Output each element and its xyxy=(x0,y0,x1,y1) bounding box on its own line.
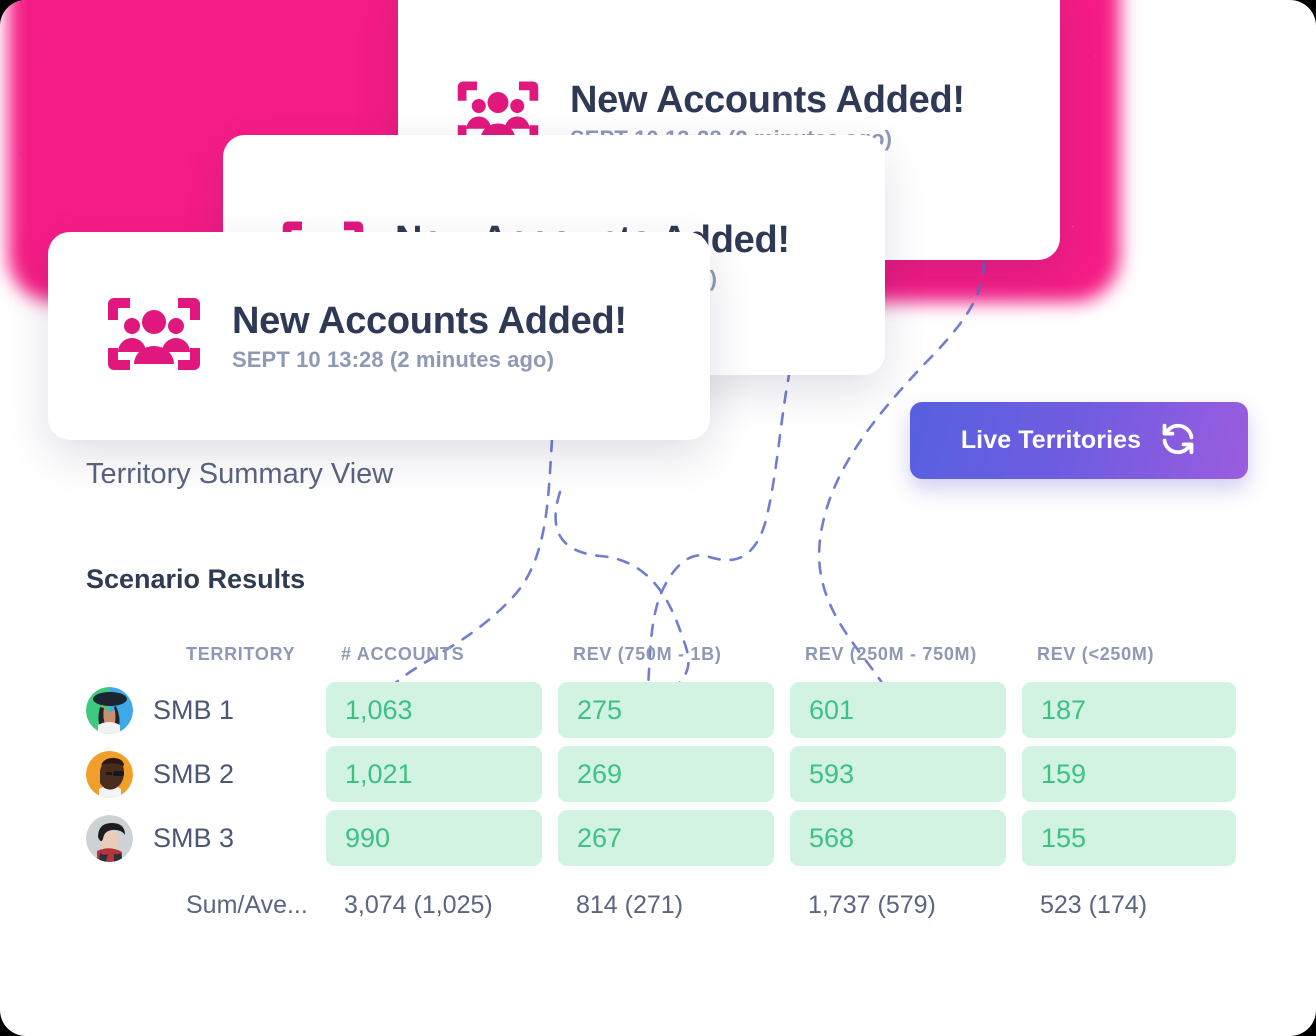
cell-rev-250m-750m: 568 xyxy=(790,810,1006,866)
cell-rev-under-250m: 155 xyxy=(1022,810,1236,866)
summary-label: Sum/Ave... xyxy=(186,890,308,919)
refresh-icon xyxy=(1159,420,1197,461)
column-header-rev-under-250m: REV (<250M) xyxy=(1037,643,1155,664)
cell-rev-750m-1b: 275 xyxy=(558,682,774,738)
summary-rev-750m-1b: 814 (271) xyxy=(576,890,684,919)
notification-title: New Accounts Added! xyxy=(570,78,965,121)
cell-accounts: 1,063 xyxy=(326,682,542,738)
territory-name: SMB 3 xyxy=(153,822,235,853)
notification-text: New Accounts Added! SEPT 10 13:28 (2 min… xyxy=(232,300,627,373)
notification-content: New Accounts Added! SEPT 10 13:28 (2 min… xyxy=(104,294,627,379)
table-row[interactable]: SMB 1 1,063 275 601 187 xyxy=(86,678,1252,742)
cell-rev-under-250m: 159 xyxy=(1022,746,1236,802)
section-title: Scenario Results xyxy=(86,564,306,594)
summary-rev-under-250m: 523 (174) xyxy=(1040,890,1148,919)
avatar xyxy=(86,814,133,862)
summary-accounts: 3,074 (1,025) xyxy=(344,890,493,919)
avatar xyxy=(86,750,133,798)
table-header-row: TERRITORY # ACCOUNTS REV (750M - 1B) REV… xyxy=(86,630,1252,678)
cell-rev-750m-1b: 269 xyxy=(558,746,774,802)
table-row[interactable]: SMB 3 990 267 568 155 xyxy=(86,806,1252,870)
territory-name: SMB 2 xyxy=(153,758,235,789)
column-header-rev-750m-1b: REV (750M - 1B) xyxy=(573,643,722,664)
cell-rev-250m-750m: 593 xyxy=(790,746,1006,802)
cell-rev-250m-750m: 601 xyxy=(790,682,1006,738)
territory-cell: SMB 2 xyxy=(86,750,326,798)
notification-timestamp: SEPT 10 13:28 (2 minutes ago) xyxy=(232,346,555,372)
territory-name: SMB 1 xyxy=(153,694,235,725)
scan-people-icon xyxy=(104,294,204,379)
live-territories-label: Live Territories xyxy=(960,426,1142,454)
cell-accounts: 1,021 xyxy=(326,746,542,802)
summary-rev-250m-750m: 1,737 (579) xyxy=(808,890,936,919)
cell-accounts: 990 xyxy=(326,810,542,866)
screenshot-stage: Regions Territory Summary View Live Terr… xyxy=(0,0,1316,1036)
column-header-accounts: # ACCOUNTS xyxy=(341,643,465,664)
cell-rev-750m-1b: 267 xyxy=(558,810,774,866)
territory-cell: SMB 1 xyxy=(86,686,326,734)
live-territories-button[interactable]: Live Territories xyxy=(910,402,1248,479)
column-header-territory: TERRITORY xyxy=(186,643,296,664)
cell-rev-under-250m: 187 xyxy=(1022,682,1236,738)
table-row[interactable]: SMB 2 1,021 269 593 159 xyxy=(86,742,1252,806)
avatar xyxy=(86,686,133,734)
app-surface: Regions Territory Summary View Live Terr… xyxy=(0,0,1316,1036)
notification-card[interactable]: New Accounts Added! SEPT 10 13:28 (2 min… xyxy=(48,232,710,440)
column-header-rev-250m-750m: REV (250M - 750M) xyxy=(805,643,977,664)
page-subtitle: Territory Summary View xyxy=(86,458,394,490)
territory-cell: SMB 3 xyxy=(86,814,326,862)
notification-title: New Accounts Added! xyxy=(232,299,627,342)
scenario-results-table: TERRITORY # ACCOUNTS REV (750M - 1B) REV… xyxy=(86,630,1252,940)
table-summary-row: Sum/Ave... 3,074 (1,025) 814 (271) 1,737… xyxy=(86,870,1252,940)
